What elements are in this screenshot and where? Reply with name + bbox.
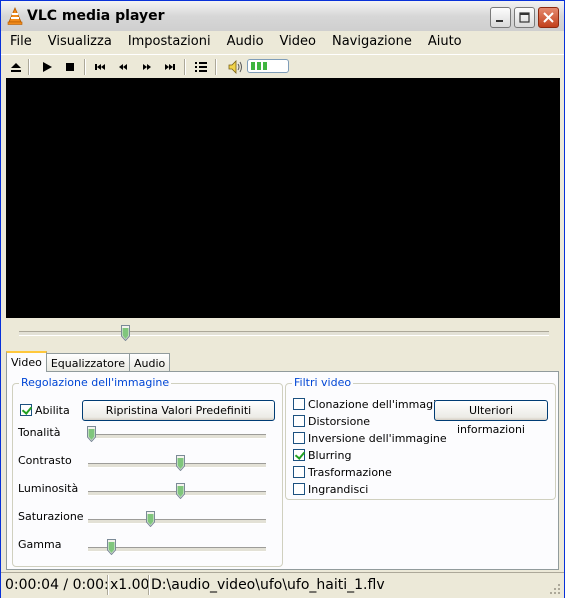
filter-label: Trasformazione [308, 466, 392, 479]
mute-button[interactable] [226, 58, 244, 76]
play-button[interactable] [38, 58, 56, 76]
volume-level [251, 62, 267, 70]
toolbar-separator [28, 59, 30, 75]
contrast-label: Contrasto [18, 454, 72, 467]
filter-label: Clonazione dell'immagine [308, 398, 450, 411]
seek-thumb[interactable] [121, 325, 130, 341]
enable-label: Abilita [35, 404, 70, 417]
status-divider [107, 575, 109, 595]
toolbar-separator [84, 59, 86, 75]
title-bar[interactable]: VLC media player [1, 1, 564, 31]
filter-checkbox[interactable] [293, 483, 305, 495]
hue-slider[interactable] [88, 434, 266, 439]
filter-checkbox[interactable] [293, 415, 305, 427]
status-divider [148, 575, 150, 595]
menu-visualizza[interactable]: Visualizza [40, 31, 120, 53]
stop-icon [66, 63, 74, 71]
seek-bar[interactable] [19, 331, 549, 336]
tab-strip: Video Equalizzatore Audio [6, 351, 171, 372]
filter-checkbox[interactable] [293, 432, 305, 444]
filter-label: Distorsione [308, 415, 371, 428]
video-filters-title: Filtri video [292, 376, 354, 389]
menu-file[interactable]: File [1, 31, 40, 53]
status-file: D:\audio_video\ufo\ufo_haiti_1.flv [151, 577, 385, 593]
next-icon [165, 64, 175, 70]
image-adjust-title: Regolazione dell'immagine [19, 376, 172, 389]
close-icon [543, 12, 554, 23]
brightness-slider-thumb[interactable] [176, 483, 185, 499]
filter-label: Inversione dell'immagine [308, 432, 447, 445]
resize-grip-icon[interactable] [549, 583, 561, 595]
gamma-slider-thumb[interactable] [106, 539, 116, 555]
enable-checkbox[interactable] [20, 404, 32, 416]
fast-forward-icon [143, 64, 151, 70]
filter-checkbox[interactable] [293, 466, 305, 478]
next-button[interactable] [161, 58, 179, 76]
fast-forward-button[interactable] [138, 58, 156, 76]
volume-slider[interactable] [247, 59, 289, 73]
eject-button[interactable] [7, 58, 25, 76]
eject-icon [11, 63, 21, 72]
vlc-window: VLC media player File Visualizza Imposta… [0, 0, 565, 598]
hue-slider-thumb[interactable] [87, 426, 96, 442]
menu-navigazione[interactable]: Navigazione [324, 31, 420, 53]
image-adjust-group: Regolazione dell'immagine Abilita Ripris… [12, 376, 283, 567]
close-button[interactable] [538, 7, 559, 28]
minimize-icon [496, 20, 503, 22]
volume-icon [228, 60, 242, 74]
playlist-button[interactable] [192, 58, 210, 76]
volume-segment [263, 62, 267, 70]
volume-segment [257, 62, 261, 70]
vlc-cone-icon [7, 7, 23, 25]
more-info-button[interactable]: Ulteriori informazioni [434, 400, 548, 436]
previous-button[interactable] [91, 58, 109, 76]
maximize-button[interactable] [514, 7, 535, 28]
toolbar [1, 54, 564, 79]
status-rate: x1.00 [110, 577, 149, 593]
brightness-label: Luminosità [18, 482, 79, 495]
toolbar-separator [215, 59, 217, 75]
menu-impostazioni[interactable]: Impostazioni [120, 31, 219, 53]
filter-label: Blurring [308, 449, 352, 462]
saturation-slider[interactable] [88, 519, 266, 524]
menu-bar: File Visualizza Impostazioni Audio Video… [1, 31, 564, 53]
rewind-button[interactable] [114, 58, 132, 76]
maximize-icon [519, 12, 530, 23]
minimize-button[interactable] [490, 7, 511, 28]
menu-audio[interactable]: Audio [219, 31, 272, 53]
window-title: VLC media player [27, 8, 165, 24]
video-tab-panel: Regolazione dell'immagine Abilita Ripris… [6, 371, 559, 570]
hue-label: Tonalità [18, 426, 61, 439]
filter-checkbox[interactable] [293, 398, 305, 410]
reset-defaults-button[interactable]: Ripristina Valori Predefiniti [82, 400, 275, 421]
saturation-slider-thumb[interactable] [145, 511, 155, 527]
tab-video[interactable]: Video [6, 351, 47, 372]
video-area[interactable] [6, 78, 560, 318]
video-filters-group: Filtri video Clonazione dell'immagine Dis… [285, 376, 556, 500]
status-time: 0:00:04 / 0:00:00 [5, 577, 108, 593]
saturation-label: Saturazione [18, 510, 84, 523]
gamma-label: Gamma [18, 538, 62, 551]
contrast-slider-thumb[interactable] [176, 455, 185, 471]
menu-video[interactable]: Video [272, 31, 324, 53]
tab-equalizzatore[interactable]: Equalizzatore [45, 353, 130, 372]
stop-button[interactable] [61, 58, 79, 76]
playlist-icon [195, 62, 207, 72]
play-icon [43, 62, 52, 72]
filter-label: Ingrandisci [308, 483, 369, 496]
status-bar: 0:00:04 / 0:00:00 x1.00 D:\audio_video\u… [1, 572, 564, 598]
rewind-icon [119, 64, 127, 70]
volume-segment [251, 62, 255, 70]
filter-checkbox[interactable] [293, 449, 305, 461]
toolbar-separator [184, 59, 186, 75]
menu-aiuto[interactable]: Aiuto [420, 31, 470, 53]
previous-icon [95, 64, 105, 70]
tab-audio[interactable]: Audio [128, 353, 171, 372]
